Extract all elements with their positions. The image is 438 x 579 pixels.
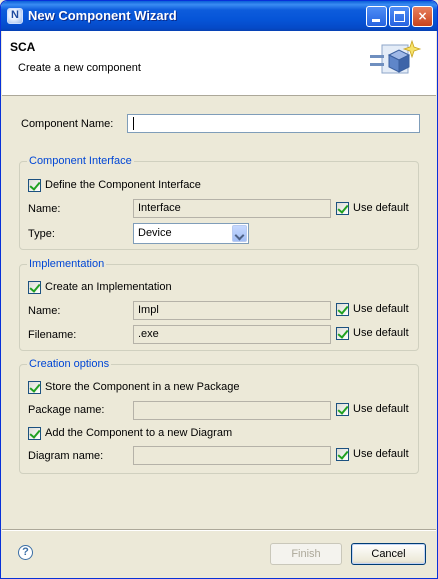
implementation-filename-input[interactable]: .exe	[133, 325, 331, 344]
component-name-label: Component Name:	[21, 118, 114, 130]
store-package-label: Store the Component in a new Package	[45, 381, 240, 393]
help-icon[interactable]: ?	[18, 545, 33, 560]
component-interface-group-title: Component Interface	[27, 155, 134, 167]
diagram-name-use-default-check-icon	[336, 448, 349, 461]
cancel-button[interactable]: Cancel	[351, 543, 426, 565]
window-title: New Component Wizard	[28, 8, 177, 23]
diagram-name-use-default-label: Use default	[353, 448, 409, 460]
implementation-name-label: Name:	[28, 305, 61, 317]
package-name-input[interactable]	[133, 401, 331, 420]
interface-type-label: Type:	[28, 228, 55, 240]
creation-options-group-title: Creation options	[27, 358, 112, 370]
define-interface-label: Define the Component Interface	[45, 179, 201, 191]
store-package-check-icon	[28, 381, 41, 394]
minimize-button[interactable]	[366, 6, 387, 27]
title-bar[interactable]: New Component Wizard ×	[1, 1, 437, 31]
add-diagram-label: Add the Component to a new Diagram	[45, 427, 233, 439]
implementation-group-title: Implementation	[27, 258, 107, 270]
maximize-button[interactable]	[389, 6, 410, 27]
app-icon	[7, 8, 23, 24]
diagram-name-label: Diagram name:	[28, 450, 104, 462]
interface-name-use-default-label: Use default	[353, 202, 409, 214]
component-name-input[interactable]	[127, 114, 420, 133]
text-caret	[133, 117, 134, 130]
implementation-filename-label: Filename:	[28, 329, 77, 341]
component-wizard-icon	[370, 39, 422, 74]
footer-divider	[2, 529, 436, 531]
interface-name-input[interactable]: Interface	[133, 199, 331, 218]
finish-button[interactable]: Finish	[270, 543, 342, 565]
implementation-filename-use-default-label: Use default	[353, 327, 409, 339]
wizard-header: SCA Create a new component	[2, 31, 436, 96]
close-icon: ×	[417, 9, 428, 23]
define-interface-check-icon	[28, 179, 41, 192]
page-description: Create a new component	[18, 62, 141, 74]
close-button[interactable]: ×	[412, 6, 433, 27]
interface-type-value: Device	[138, 227, 172, 239]
interface-name-label: Name:	[28, 203, 61, 215]
page-title: SCA	[10, 40, 36, 54]
add-diagram-check-icon	[28, 427, 41, 440]
diagram-name-input[interactable]	[133, 446, 331, 465]
implementation-filename-use-default-check-icon	[336, 327, 349, 340]
chevron-down-icon[interactable]	[232, 225, 247, 242]
package-name-use-default-check-icon	[336, 403, 349, 416]
minimize-icon	[372, 19, 380, 22]
create-implementation-check-icon	[28, 281, 41, 294]
wizard-window: New Component Wizard × SCA Create a new …	[0, 0, 438, 579]
implementation-name-input[interactable]: Impl	[133, 301, 331, 320]
interface-name-use-default-check-icon	[336, 202, 349, 215]
package-name-use-default-label: Use default	[353, 403, 409, 415]
maximize-icon	[394, 11, 405, 22]
create-implementation-label: Create an Implementation	[45, 281, 172, 293]
package-name-label: Package name:	[28, 404, 105, 416]
implementation-name-use-default-label: Use default	[353, 303, 409, 315]
implementation-name-use-default-check-icon	[336, 303, 349, 316]
interface-type-select[interactable]: Device	[133, 223, 249, 244]
